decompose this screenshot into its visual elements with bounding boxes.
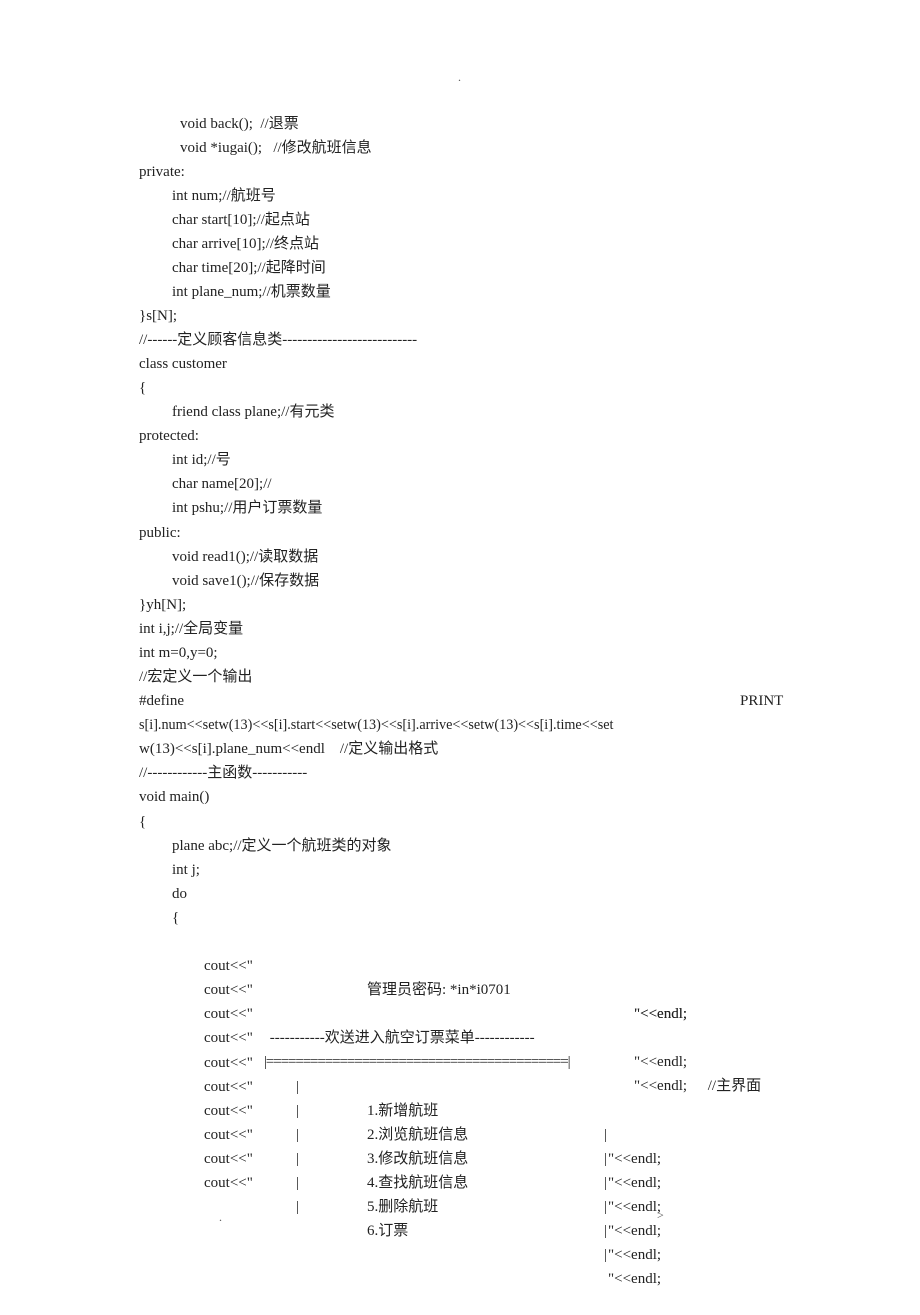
menu-pipe: |: [296, 1151, 300, 1167]
cout-suffix: "<<endl;: [634, 1078, 688, 1094]
menu-pipe: |: [604, 1175, 608, 1191]
cout-password-line: cout<<" 管理员密码: *in*i0701 "<<endl;: [204, 930, 687, 1022]
code-line: {: [139, 380, 147, 396]
menu-item-line: cout<<" | 6.订票 | "<<endl;: [204, 1147, 661, 1287]
password-text: 管理员密码: *in*i0701: [367, 982, 511, 998]
code-line: protected:: [139, 428, 199, 444]
code-line: }yh[N];: [139, 597, 187, 613]
cout-prefix: cout<<": [204, 1175, 253, 1191]
code-line: class customer: [139, 356, 227, 372]
code-line: char arrive[10];//终点站: [172, 236, 320, 252]
code-line: public:: [139, 525, 181, 541]
code-line: void *iugai(); //修改航班信息: [180, 140, 372, 156]
footer-mark-left: .: [219, 1210, 222, 1224]
cout-suffix: "<<endl;: [634, 1006, 688, 1022]
menu-item-label: 6.订票: [367, 1223, 409, 1239]
code-line: int plane_num;//机票数量: [172, 284, 331, 300]
code-line: //宏定义一个输出: [139, 669, 253, 685]
menu-title: -----------欢送进入航空订票菜单------------: [266, 1030, 535, 1046]
code-line: #define: [139, 693, 184, 709]
code-line: char name[20];//: [172, 476, 272, 492]
menu-pipe: |: [604, 1247, 608, 1263]
menu-pipe: |: [604, 1127, 608, 1143]
menu-pipe: |: [296, 1103, 300, 1119]
cout-suffix: "<<endl;: [608, 1223, 662, 1239]
code-line: //------------主函数-----------: [139, 765, 308, 781]
menu-pipe: |: [296, 1175, 300, 1191]
code-line: int i,j;//全局变量: [139, 621, 244, 637]
code-line: int pshu;//用户订票数量: [172, 500, 323, 516]
menu-item-label: 5.删除航班: [367, 1199, 439, 1215]
cout-suffix: "<<endl;: [608, 1199, 662, 1215]
menu-pipe: |: [604, 1223, 608, 1239]
define-name: PRINT: [740, 693, 784, 709]
code-line: do: [172, 886, 187, 902]
cout-suffix: "<<endl;: [608, 1247, 662, 1263]
menu-item-line: cout<<" | 4.查找航班信息 | "<<endl;: [204, 1099, 661, 1239]
title-comment: //主界面: [704, 1078, 762, 1094]
code-line: plane abc;//定义一个航班类的对象: [172, 838, 392, 854]
code-line: {: [172, 910, 180, 926]
menu-separator: |=======================================…: [264, 1054, 571, 1070]
menu-item-line: cout<<" | 3.修改航班信息 | "<<endl;: [204, 1075, 661, 1215]
menu-item-label: 3.修改航班信息: [367, 1151, 469, 1167]
menu-item-line: cout<<" | 1.新增航班 | "<<endl;: [204, 1027, 661, 1167]
cout-suffix: "<<endl;: [608, 1271, 662, 1287]
code-line: char time[20];//起降时间: [172, 260, 326, 276]
code-line: int num;//航班号: [172, 188, 276, 204]
menu-pipe: |: [604, 1151, 608, 1167]
menu-item-line: cout<<" | 2.浏览航班信息 | "<<endl;: [204, 1051, 661, 1191]
cout-blank-line: cout<<" "<<endl;: [204, 954, 687, 1022]
menu-pipe: |: [604, 1199, 608, 1215]
footer-mark-right: >: [657, 1208, 664, 1222]
header-mark: .: [458, 70, 461, 84]
cout-separator-line: cout<<" |===============================…: [204, 1002, 687, 1094]
menu-pipe: |: [296, 1079, 300, 1095]
code-line: void read1();//读取数据: [172, 549, 319, 565]
code-line: int j;: [172, 862, 200, 878]
code-line: w(13)<<s[i].plane_num<<endl //定义输出格式: [139, 741, 439, 757]
code-line: friend class plane;//有元类: [172, 404, 335, 420]
cout-suffix: "<<endl;: [608, 1175, 662, 1191]
code-line: private:: [139, 164, 185, 180]
code-line: s[i].num<<setw(13)<<s[i].start<<setw(13)…: [139, 717, 614, 733]
code-line: {: [139, 814, 147, 830]
code-line: void main(): [139, 789, 210, 805]
code-line: }s[N];: [139, 308, 178, 324]
cout-suffix: "<<endl;: [634, 1054, 688, 1070]
code-line: int m=0,y=0;: [139, 645, 218, 661]
code-line: int id;//号: [172, 452, 231, 468]
cout-title-line: cout<<" -----------欢送进入航空订票菜单-----------…: [204, 978, 761, 1094]
code-line: char start[10];//起点站: [172, 212, 310, 228]
menu-pipe: |: [296, 1127, 300, 1143]
menu-item-label: 4.查找航班信息: [367, 1175, 469, 1191]
menu-item-label: 2.浏览航班信息: [367, 1127, 469, 1143]
menu-pipe: |: [296, 1199, 300, 1215]
menu-item-label: 1.新增航班: [367, 1103, 439, 1119]
cout-suffix: "<<endl;: [608, 1151, 662, 1167]
code-line: void back(); //退票: [180, 116, 299, 132]
code-line: void save1();//保存数据: [172, 573, 320, 589]
menu-item-line: cout<<" | 5.删除航班 | "<<endl;: [204, 1123, 661, 1263]
code-line: //------定义顾客信息类-------------------------…: [139, 332, 418, 348]
